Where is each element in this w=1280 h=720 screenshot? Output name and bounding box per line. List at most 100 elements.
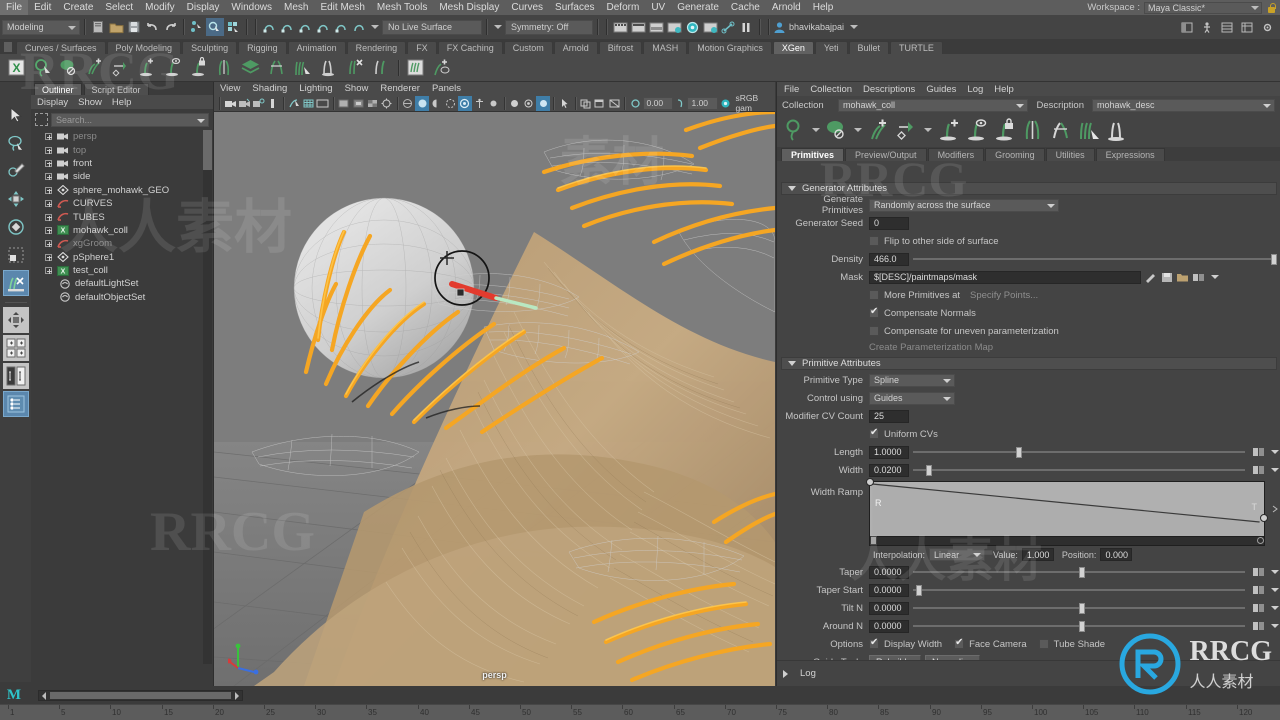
snap-to-view-plane-button[interactable] — [332, 18, 350, 36]
xgen-clear-guide-icon[interactable] — [316, 55, 341, 80]
live-surface-field[interactable]: No Live Surface — [382, 19, 482, 35]
slider-knob[interactable] — [1079, 602, 1085, 614]
tab-utilities[interactable]: Utilities — [1045, 148, 1095, 161]
chevron-down-icon[interactable] — [812, 128, 820, 132]
scrollbar-thumb[interactable] — [203, 130, 212, 170]
generate-primitives-combo[interactable]: Randomly across the surface — [869, 198, 1059, 212]
density-slider[interactable] — [913, 253, 1277, 266]
four-pane-layout-button[interactable] — [2, 335, 29, 361]
hypershade-layout-button[interactable] — [2, 391, 29, 417]
tab-outliner[interactable]: Outliner — [34, 83, 82, 95]
xgen-add-guide-tool-icon[interactable] — [134, 55, 159, 80]
show-guide-icon[interactable] — [963, 115, 991, 145]
outliner-search-input[interactable]: Search... — [51, 112, 209, 127]
render-current-frame-button[interactable] — [611, 18, 629, 36]
menu-item-deform[interactable]: Deform — [601, 0, 646, 15]
xgen-tool-button[interactable] — [2, 270, 29, 296]
viewport-menu-panels[interactable]: Panels — [432, 83, 461, 94]
color-management-icon[interactable] — [718, 96, 732, 111]
around-n-slider[interactable] — [913, 620, 1245, 633]
isolate-select-icon[interactable] — [472, 96, 486, 111]
time-slider[interactable]: 1 5 10 15 20 25 30 35 40 45 50 55 60 65 70 75 80 85 90 95 10… — [0, 704, 1280, 720]
xgen-guide-convert-icon[interactable] — [212, 55, 237, 80]
width-map-icon[interactable] — [1252, 464, 1265, 476]
duplicate-view-icon[interactable] — [579, 96, 593, 111]
save-map-icon[interactable] — [1160, 271, 1173, 283]
exposure-reset-icon[interactable] — [508, 96, 522, 111]
slider-knob[interactable] — [926, 464, 933, 476]
xgen-mirror-guide-icon[interactable] — [264, 55, 289, 80]
outliner-filter-icon[interactable] — [35, 113, 48, 126]
menu-item-select[interactable]: Select — [99, 0, 139, 15]
menu-item-mesh-display[interactable]: Mesh Display — [433, 0, 505, 15]
outliner-menu-help[interactable]: Help — [112, 97, 132, 108]
chevron-down-icon[interactable] — [371, 25, 379, 29]
outliner-item-curves[interactable]: CURVES — [31, 197, 203, 210]
image-plane-icon[interactable] — [266, 96, 280, 111]
more-primitives-checkbox[interactable] — [869, 290, 879, 300]
around-n-map-icon[interactable] — [1252, 620, 1265, 632]
modifier-cv-count-input[interactable]: 25 — [869, 409, 909, 423]
menuset-combo[interactable]: Modeling — [2, 19, 80, 35]
chevron-down-icon[interactable] — [924, 128, 932, 132]
bookmark-icon[interactable] — [251, 96, 265, 111]
length-map-icon[interactable] — [1252, 446, 1265, 458]
menu-item-modify[interactable]: Modify — [139, 0, 180, 15]
select-by-component-type-button[interactable] — [224, 18, 242, 36]
scrollbar-thumb[interactable] — [50, 692, 231, 699]
ramp-expand-icon[interactable] — [1271, 481, 1280, 546]
menu-item-cache[interactable]: Cache — [725, 0, 766, 15]
smooth-shade-icon[interactable] — [415, 95, 430, 111]
xgen-add-interactive-groom-icon[interactable] — [429, 55, 454, 80]
shelf-tab-rendering[interactable]: Rendering — [346, 41, 407, 54]
guide-clear-icon[interactable] — [1103, 115, 1131, 145]
pause-render-button[interactable] — [737, 18, 755, 36]
ramp-value-input[interactable]: 1.000 — [1021, 548, 1054, 561]
snap-to-curve-button[interactable] — [278, 18, 296, 36]
outliner-item-psphere1[interactable]: pSphere1 — [31, 251, 203, 264]
attribute-editor-panel-button[interactable] — [1218, 18, 1236, 36]
paint-select-tool-button[interactable] — [3, 158, 29, 184]
chevron-down-icon[interactable] — [850, 25, 859, 29]
primitive-visibility-icon[interactable] — [823, 115, 851, 145]
gpu-cache-icon[interactable] — [486, 96, 500, 111]
outliner-item-mohawk-coll[interactable]: Xmohawk_coll — [31, 224, 203, 237]
lock-guide-icon[interactable] — [991, 115, 1019, 145]
scroll-left-arrow-icon[interactable] — [41, 691, 47, 700]
camera-attributes-icon[interactable] — [237, 96, 251, 111]
expand-icon[interactable] — [45, 240, 52, 248]
ramp-point-right[interactable] — [1260, 514, 1268, 522]
select-by-object-type-button[interactable] — [206, 18, 224, 36]
use-all-lights-icon[interactable] — [380, 96, 394, 111]
xgen-delete-guide-icon[interactable] — [342, 55, 367, 80]
shelf-tab-fx[interactable]: FX — [407, 41, 437, 54]
shelf-tab-poly-modeling[interactable]: Poly Modeling — [106, 41, 182, 54]
expand-icon[interactable] — [45, 186, 52, 194]
primitive-attributes-header[interactable]: Primitive Attributes — [781, 357, 1277, 370]
shelf-tab-motion-graphics[interactable]: Motion Graphics — [688, 41, 772, 54]
xgen-editor-icon[interactable]: X — [4, 55, 29, 80]
outliner-item-defaultobjectset[interactable]: defaultObjectSet — [31, 291, 203, 304]
select-tool-button[interactable] — [3, 102, 29, 128]
add-guide-icon[interactable] — [865, 115, 893, 145]
menu-item-windows[interactable]: Windows — [225, 0, 278, 15]
xgen-move-guide-icon[interactable] — [108, 55, 133, 80]
outliner-item-persp[interactable]: persp — [31, 130, 203, 143]
gamma-icon[interactable] — [673, 96, 687, 111]
outliner-menu-show[interactable]: Show — [78, 97, 102, 108]
hypershade-button[interactable] — [683, 18, 701, 36]
viewport-menu-view[interactable]: View — [220, 83, 240, 94]
guide-mirror-icon[interactable] — [1047, 115, 1075, 145]
tilt-n-slider[interactable] — [913, 602, 1245, 615]
interpolation-combo[interactable]: Linear — [929, 548, 986, 561]
shelf-tab-yeti[interactable]: Yeti — [814, 41, 848, 54]
expand-icon[interactable] — [45, 267, 52, 275]
menu-item-surfaces[interactable]: Surfaces — [549, 0, 600, 15]
edit-map-icon[interactable] — [1144, 271, 1157, 283]
shelf-tab-custom[interactable]: Custom — [503, 41, 553, 54]
slider-knob[interactable] — [916, 584, 923, 596]
flip-surface-checkbox[interactable] — [869, 236, 879, 246]
length-input[interactable]: 1.0000 — [869, 445, 909, 459]
slider-knob[interactable] — [1079, 566, 1085, 578]
chevron-down-icon[interactable] — [1268, 464, 1280, 476]
